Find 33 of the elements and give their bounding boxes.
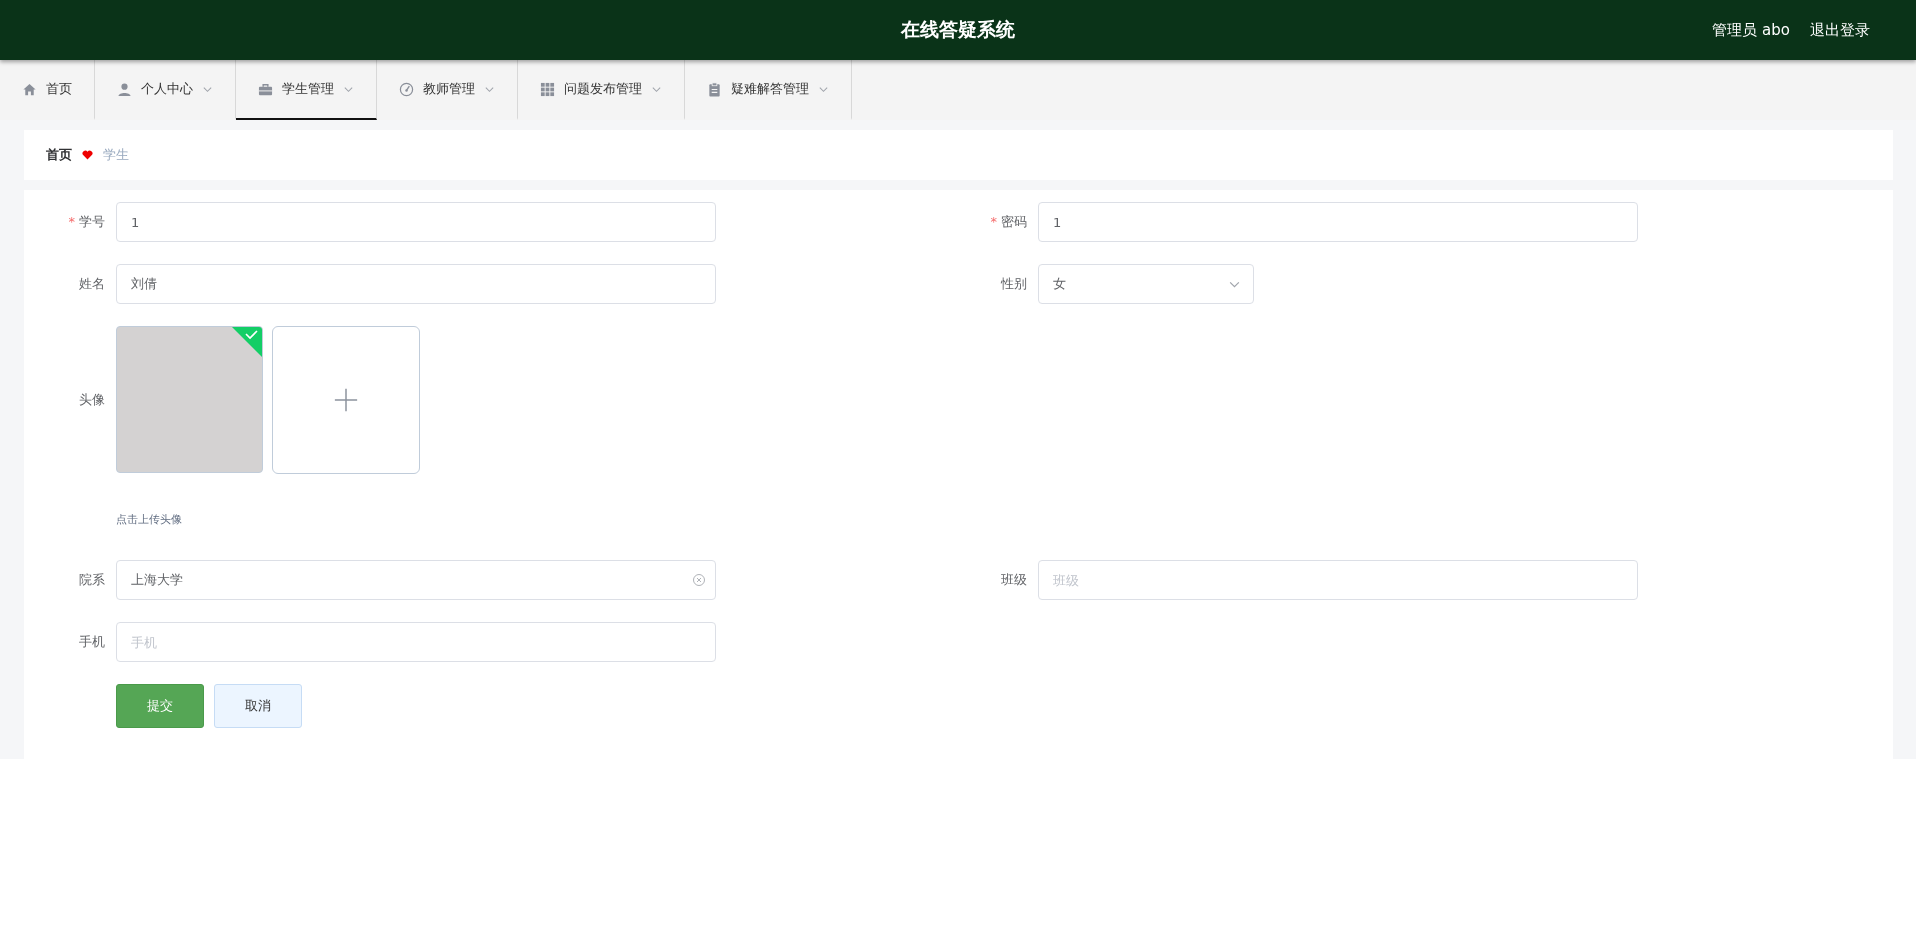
input-field[interactable]: 手机 [116, 622, 716, 662]
breadcrumb-link[interactable]: 首页 [46, 146, 72, 164]
cancel-button[interactable]: 取消 [214, 684, 302, 728]
user-icon [117, 81, 132, 97]
input-field[interactable]: 1 [1038, 202, 1638, 242]
breadcrumb-current: 学生 [103, 146, 129, 164]
upload-button[interactable] [272, 326, 420, 474]
input-field[interactable]: 刘倩 [116, 264, 716, 304]
grid-icon [540, 81, 555, 97]
heart-icon [82, 150, 93, 160]
gauge-icon [399, 81, 414, 97]
logout-link[interactable]: 退出登录 [1810, 20, 1870, 40]
field-label: 手机 [78, 633, 106, 651]
field-label: * 学号 [67, 213, 106, 231]
input-field[interactable]: 1 [116, 202, 716, 242]
field-label: 头像 [78, 391, 106, 409]
clipboard-icon [707, 81, 722, 97]
input-field[interactable]: 班级 [1038, 560, 1638, 600]
select-field[interactable]: 女 [1038, 264, 1254, 304]
clear-icon[interactable] [692, 573, 706, 587]
field-label: 姓名 [78, 275, 106, 293]
success-badge-icon [232, 327, 262, 357]
upload-hint: 点击上传头像 [116, 512, 182, 527]
user-name: 管理员 abo [1712, 20, 1790, 40]
field-label: 班级 [1000, 571, 1028, 589]
field-label: * 密码 [989, 213, 1028, 231]
input-field[interactable]: 上海大学 [116, 560, 716, 600]
plus-icon [333, 387, 359, 413]
home-icon [22, 81, 37, 97]
briefcase-icon [258, 81, 273, 97]
field-label: 性别 [1000, 275, 1028, 293]
field-label: 院系 [78, 571, 106, 589]
app-title: 在线答疑系统 [901, 17, 1015, 42]
